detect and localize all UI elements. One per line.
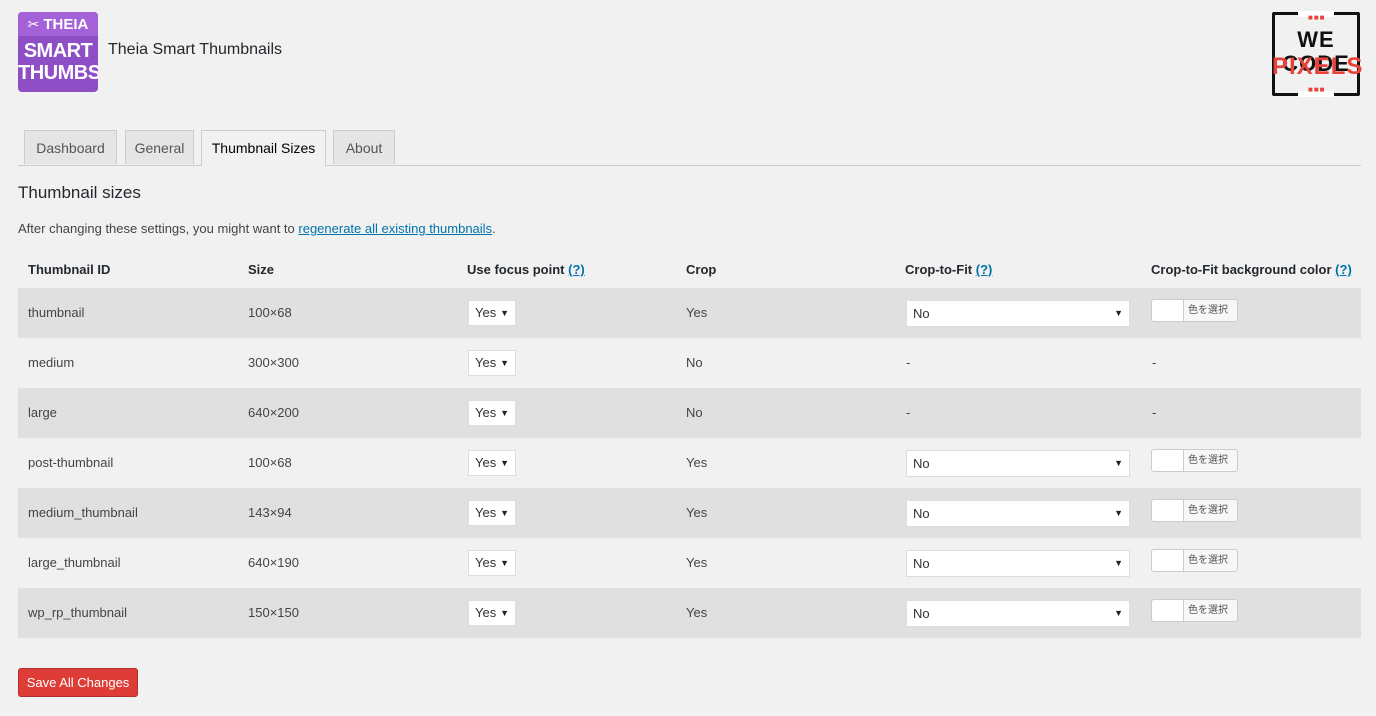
crop-value: Yes: [686, 455, 708, 470]
thumbnail-size: 640×190: [248, 555, 299, 570]
color-picker-button[interactable]: 色を選択: [1151, 449, 1238, 472]
table-row: thumbnail 100×68 Yes ▼ Yes No ▼ 色を選択: [18, 288, 1361, 338]
header-bg-color: Crop-to-Fit background color (?): [1151, 262, 1352, 277]
crop-to-fit-value: -: [906, 355, 911, 370]
section-title: Thumbnail sizes: [18, 183, 141, 202]
help-link[interactable]: (?): [1335, 262, 1352, 277]
logo-line1: THEIA: [43, 16, 89, 33]
crop-value: Yes: [686, 555, 708, 570]
thumbnail-size: 150×150: [248, 605, 299, 620]
focus-point-select[interactable]: Yes ▼: [468, 300, 516, 326]
caret-down-icon: ▼: [500, 358, 509, 368]
thumbnail-id: medium_thumbnail: [28, 505, 138, 520]
pixel-dots-icon: ■■■: [1308, 13, 1326, 22]
theia-logo: ✂ THEIA SMART THUMBS: [18, 12, 98, 92]
caret-down-icon: ▼: [500, 608, 509, 618]
header-crop-to-fit: Crop-to-Fit (?): [905, 262, 993, 277]
header-use-focus-point: Use focus point (?): [467, 262, 585, 277]
bg-color-value: -: [1152, 405, 1157, 420]
table-row: medium_thumbnail 143×94 Yes ▼ Yes No ▼ 色を選…: [18, 488, 1361, 538]
app-title: Theia Smart Thumbnails: [108, 41, 282, 58]
help-link[interactable]: (?): [568, 262, 585, 277]
caret-down-icon: ▼: [1114, 458, 1123, 468]
thumbnail-id: post-thumbnail: [28, 455, 114, 470]
crop-to-fit-select[interactable]: No ▼: [906, 550, 1130, 577]
crop-to-fit-select[interactable]: No ▼: [906, 450, 1130, 477]
we-code-pixels-logo: ■■■ ■■■ WE CODE PIXELS: [1272, 11, 1364, 97]
color-picker-button[interactable]: 色を選択: [1151, 499, 1238, 522]
caret-down-icon: ▼: [1114, 558, 1123, 568]
caret-down-icon: ▼: [1114, 608, 1123, 618]
scissors-icon: ✂: [27, 16, 40, 32]
caret-down-icon: ▼: [500, 508, 509, 518]
focus-point-select[interactable]: Yes ▼: [468, 350, 516, 376]
focus-point-select[interactable]: Yes ▼: [468, 450, 516, 476]
header-crop: Crop: [686, 262, 717, 277]
focus-point-select[interactable]: Yes ▼: [468, 400, 516, 426]
intro-text: After changing these settings, you might…: [18, 221, 496, 236]
thumbnail-id: large: [28, 405, 57, 420]
thumbnail-id: large_thumbnail: [28, 555, 121, 570]
tab-bar: Dashboard General Thumbnail Sizes About: [18, 130, 1361, 166]
save-all-changes-button[interactable]: Save All Changes: [18, 668, 138, 697]
regenerate-thumbnails-link[interactable]: regenerate all existing thumbnails: [298, 221, 492, 236]
color-swatch: [1152, 600, 1184, 621]
help-link[interactable]: (?): [976, 262, 993, 277]
crop-value: Yes: [686, 305, 708, 320]
thumbnail-id: thumbnail: [28, 305, 85, 320]
color-swatch: [1152, 550, 1184, 571]
color-swatch: [1152, 450, 1184, 471]
caret-down-icon: ▼: [1114, 308, 1123, 318]
logo-line2: SMART: [23, 40, 93, 62]
color-picker-button[interactable]: 色を選択: [1151, 299, 1238, 322]
crop-value: Yes: [686, 505, 708, 520]
crop-value: Yes: [686, 605, 708, 620]
thumbnail-size: 640×200: [248, 405, 299, 420]
caret-down-icon: ▼: [500, 408, 509, 418]
crop-to-fit-select[interactable]: No ▼: [906, 300, 1130, 327]
caret-down-icon: ▼: [500, 308, 509, 318]
brand-line2: PIXELS: [1272, 53, 1364, 80]
thumbnail-id: medium: [28, 355, 75, 370]
bg-color-value: -: [1152, 355, 1157, 370]
tab-dashboard[interactable]: Dashboard: [24, 130, 117, 164]
color-swatch: [1152, 300, 1184, 321]
focus-point-select[interactable]: Yes ▼: [468, 500, 516, 526]
focus-point-select[interactable]: Yes ▼: [468, 600, 516, 626]
crop-to-fit-value: -: [906, 405, 911, 420]
thumbnail-size: 100×68: [248, 305, 292, 320]
tab-thumbnail-sizes[interactable]: Thumbnail Sizes: [201, 130, 326, 166]
table-row: large_thumbnail 640×190 Yes ▼ Yes No ▼ 色を選…: [18, 538, 1361, 588]
table-row: large 640×200 Yes ▼ No - -: [18, 388, 1361, 438]
caret-down-icon: ▼: [500, 458, 509, 468]
crop-to-fit-select[interactable]: No ▼: [906, 600, 1130, 627]
table-header: Thumbnail ID Size Use focus point (?) Cr…: [18, 262, 1361, 280]
color-swatch: [1152, 500, 1184, 521]
thumbnail-size: 100×68: [248, 455, 292, 470]
pixel-dots-icon: ■■■: [1308, 85, 1326, 94]
table-row: medium 300×300 Yes ▼ No - -: [18, 338, 1361, 388]
thumbnail-id: wp_rp_thumbnail: [28, 605, 128, 620]
color-picker-button[interactable]: 色を選択: [1151, 599, 1238, 622]
caret-down-icon: ▼: [1114, 508, 1123, 518]
tab-about[interactable]: About: [333, 130, 395, 164]
caret-down-icon: ▼: [500, 558, 509, 568]
thumbnail-size: 300×300: [248, 355, 299, 370]
thumbnail-size: 143×94: [248, 505, 292, 520]
thumbnail-table: thumbnail 100×68 Yes ▼ Yes No ▼ 色を選択 mediu…: [18, 288, 1361, 638]
crop-value: No: [686, 405, 703, 420]
tab-general[interactable]: General: [125, 130, 194, 164]
header-thumbnail-id: Thumbnail ID: [28, 262, 111, 277]
crop-value: No: [686, 355, 703, 370]
crop-to-fit-select[interactable]: No ▼: [906, 500, 1130, 527]
table-row: wp_rp_thumbnail 150×150 Yes ▼ Yes No ▼ 色を選…: [18, 588, 1361, 638]
focus-point-select[interactable]: Yes ▼: [468, 550, 516, 576]
logo-line3: THUMBS: [18, 62, 98, 84]
header-size: Size: [248, 262, 275, 277]
table-row: post-thumbnail 100×68 Yes ▼ Yes No ▼ 色を選択: [18, 438, 1361, 488]
color-picker-button[interactable]: 色を選択: [1151, 549, 1238, 572]
